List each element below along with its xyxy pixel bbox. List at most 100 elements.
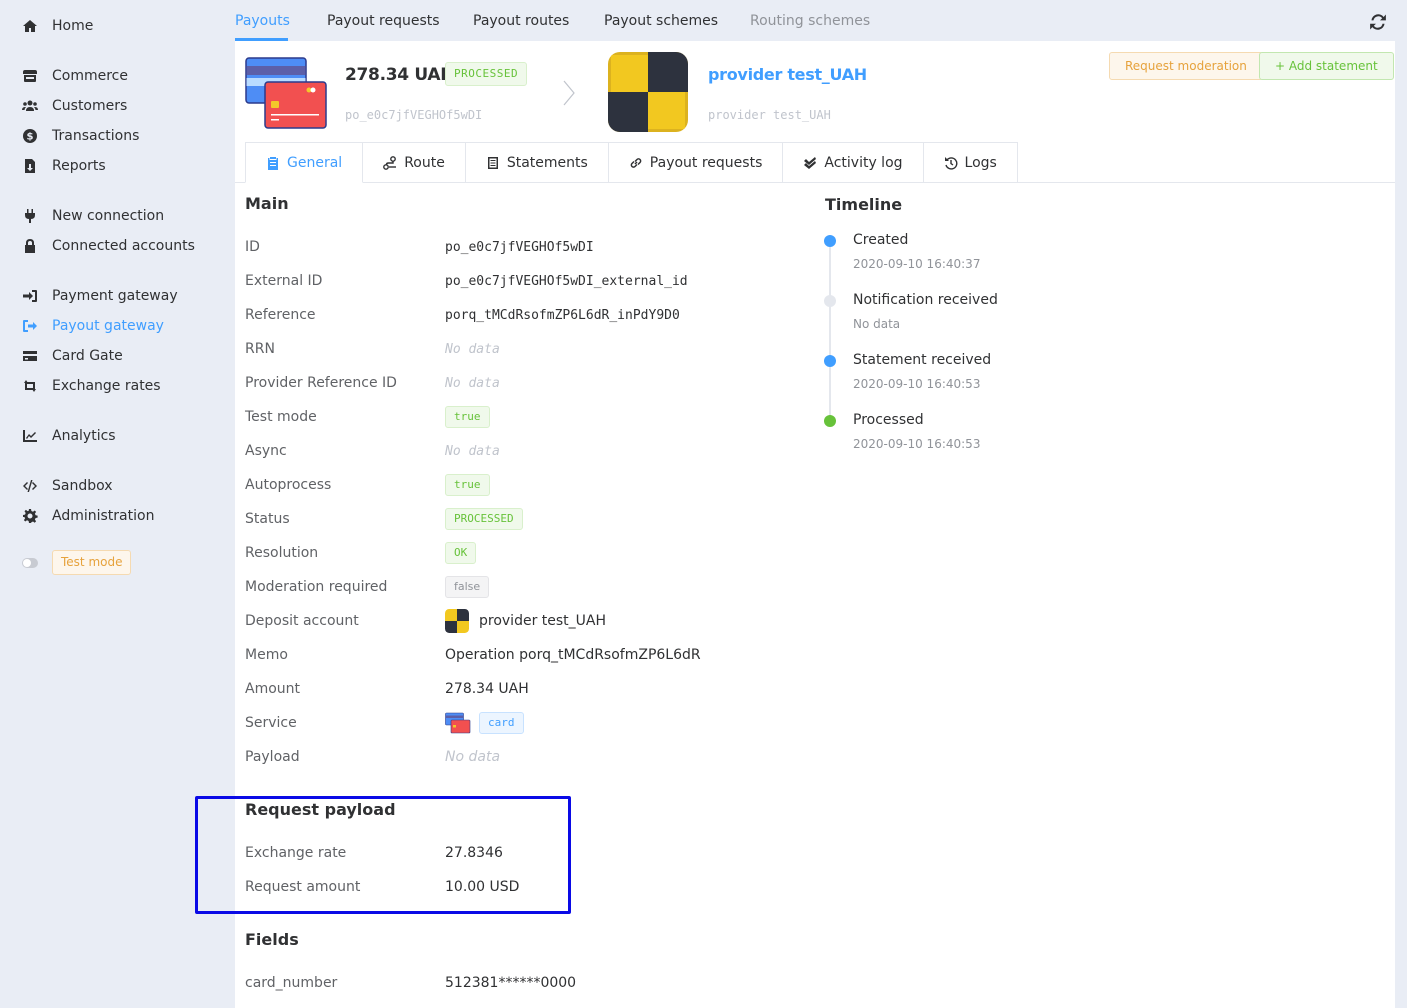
sidebar-item-reports[interactable]: Reports bbox=[20, 156, 106, 176]
field-label: Resolution bbox=[245, 545, 319, 561]
sidebar-item-transactions[interactable]: $ Transactions bbox=[20, 126, 139, 146]
sidebar-item-commerce[interactable]: Commerce bbox=[20, 66, 128, 86]
sidebar-item-label: Payment gateway bbox=[52, 288, 178, 304]
field-row-async: Async No data bbox=[245, 441, 805, 461]
tab-payout-requests-detail[interactable]: Payout requests bbox=[608, 142, 784, 183]
autoprocess-tag: true bbox=[445, 474, 490, 496]
field-label: Exchange rate bbox=[245, 845, 347, 861]
sidebar-item-customers[interactable]: Customers bbox=[20, 96, 127, 116]
field-label: Moderation required bbox=[245, 579, 388, 595]
deposit-account-link[interactable]: provider test_UAH bbox=[479, 613, 606, 629]
sidebar-item-label: Exchange rates bbox=[52, 378, 161, 394]
field-label: Service bbox=[245, 715, 297, 731]
home-icon bbox=[20, 18, 40, 34]
tab-payout-requests[interactable]: Payout requests bbox=[327, 13, 440, 29]
sidebar-item-exchange-rates[interactable]: Exchange rates bbox=[20, 376, 161, 396]
sidebar-item-administration[interactable]: Administration bbox=[20, 506, 154, 526]
svg-text:$: $ bbox=[27, 132, 34, 143]
refresh-icon[interactable] bbox=[1369, 13, 1387, 31]
sign-in-icon bbox=[20, 288, 40, 304]
field-row-memo: Memo Operation porq_tMCdRsofmZP6L6dR bbox=[245, 645, 805, 665]
tab-routing-schemes[interactable]: Routing schemes bbox=[750, 13, 870, 29]
sidebar-item-new-connection[interactable]: New connection bbox=[20, 206, 164, 226]
field-label: Memo bbox=[245, 647, 288, 663]
status-badge: PROCESSED bbox=[445, 62, 528, 86]
exchange-icon bbox=[20, 378, 40, 394]
field-row-id: ID po_e0c7jfVEGHOf5wDI bbox=[245, 237, 805, 257]
sidebar-item-label: Card Gate bbox=[52, 348, 123, 364]
field-label: Status bbox=[245, 511, 290, 527]
field-label: Async bbox=[245, 443, 287, 459]
field-label: Provider Reference ID bbox=[245, 375, 397, 391]
sign-out-icon bbox=[20, 318, 40, 334]
payout-amount: 278.34 UAH bbox=[345, 65, 455, 85]
field-label: Test mode bbox=[245, 409, 317, 425]
credit-card-icon bbox=[20, 348, 40, 364]
tab-general[interactable]: General bbox=[245, 142, 364, 183]
add-statement-button[interactable]: + Add statement bbox=[1259, 52, 1394, 80]
field-value: po_e0c7jfVEGHOf5wDI bbox=[445, 239, 594, 255]
sidebar-item-home[interactable]: Home bbox=[20, 16, 93, 36]
tab-payouts[interactable]: Payouts bbox=[235, 13, 290, 29]
chart-line-icon bbox=[20, 428, 40, 444]
field-row-service: Service card bbox=[245, 712, 805, 734]
timeline-event-label: Processed bbox=[853, 412, 924, 428]
field-value: No data bbox=[445, 443, 500, 459]
sidebar-item-analytics[interactable]: Analytics bbox=[20, 426, 116, 446]
payout-detail-panel: 278.34 UAH PROCESSED po_e0c7jfVEGHOf5wDI… bbox=[235, 41, 1395, 1008]
sidebar-item-label: Administration bbox=[52, 508, 155, 524]
tab-label: Payout requests bbox=[649, 154, 763, 171]
sidebar-item-connected-accounts[interactable]: Connected accounts bbox=[20, 236, 195, 256]
sidebar-item-card-gate[interactable]: Card Gate bbox=[20, 346, 123, 366]
status-tag: PROCESSED bbox=[445, 508, 523, 530]
field-row-status: Status PROCESSED bbox=[245, 508, 805, 530]
tab-payout-schemes[interactable]: Payout schemes bbox=[604, 13, 718, 29]
timeline-event-time: 2020-09-10 16:40:53 bbox=[853, 377, 981, 391]
field-row-test-mode: Test mode true bbox=[245, 406, 805, 428]
field-value: po_e0c7jfVEGHOf5wDI_external_id bbox=[445, 273, 688, 289]
sidebar-item-label: Customers bbox=[52, 98, 128, 114]
tab-logs[interactable]: Logs bbox=[923, 142, 1018, 183]
request-moderation-button[interactable]: Request moderation bbox=[1109, 52, 1263, 80]
provider-link[interactable]: provider test_UAH bbox=[708, 65, 867, 84]
sidebar-item-label: New connection bbox=[52, 208, 165, 224]
timeline-event-label: Notification received bbox=[853, 292, 998, 308]
tab-label: Logs bbox=[964, 154, 997, 171]
field-value: Operation porq_tMCdRsofmZP6L6dR bbox=[445, 647, 701, 663]
route-icon bbox=[383, 155, 397, 170]
sidebar-item-payment-gateway[interactable]: Payment gateway bbox=[20, 286, 178, 306]
test-mode-toggle[interactable] bbox=[22, 558, 38, 568]
field-value: No data bbox=[445, 341, 500, 357]
timeline-event-time: 2020-09-10 16:40:37 bbox=[853, 257, 981, 271]
sidebar-item-label: Payout gateway bbox=[52, 318, 164, 334]
field-label: ID bbox=[245, 239, 260, 255]
code-icon bbox=[20, 478, 40, 494]
field-value: 512381******0000 bbox=[445, 975, 577, 991]
sidebar-item-label: Reports bbox=[52, 158, 106, 174]
field-value: No data bbox=[445, 749, 501, 765]
clipboard-icon bbox=[268, 156, 278, 170]
field-label: External ID bbox=[245, 273, 323, 289]
provider-mini-logo bbox=[445, 609, 469, 633]
field-row-request-amount: Request amount 10.00 USD bbox=[245, 877, 805, 897]
sidebar-item-sandbox[interactable]: Sandbox bbox=[20, 476, 113, 496]
lock-icon bbox=[20, 238, 40, 254]
service-tag: card bbox=[479, 712, 524, 734]
timeline-event-label: Statement received bbox=[853, 352, 992, 368]
field-label: card_number bbox=[245, 975, 338, 991]
field-row-autoprocess: Autoprocess true bbox=[245, 474, 805, 496]
gear-icon bbox=[20, 508, 40, 524]
card-service-mini-icon bbox=[445, 712, 471, 734]
main-section-title: Main bbox=[245, 194, 289, 213]
field-row-external-id: External ID po_e0c7jfVEGHOf5wDI_external… bbox=[245, 271, 805, 291]
tab-route[interactable]: Route bbox=[363, 142, 466, 183]
top-tabs: Payouts Payout requests Payout routes Pa… bbox=[235, 0, 1395, 41]
tab-activity-log[interactable]: Activity log bbox=[783, 142, 924, 183]
timeline-line bbox=[829, 247, 831, 421]
timeline-event-label: Created bbox=[853, 232, 909, 248]
tab-statements[interactable]: Statements bbox=[465, 142, 609, 183]
timeline-dot-created bbox=[824, 235, 836, 247]
field-label: Reference bbox=[245, 307, 316, 323]
tab-payout-routes[interactable]: Payout routes bbox=[473, 13, 569, 29]
sidebar-item-payout-gateway[interactable]: Payout gateway bbox=[20, 316, 164, 336]
